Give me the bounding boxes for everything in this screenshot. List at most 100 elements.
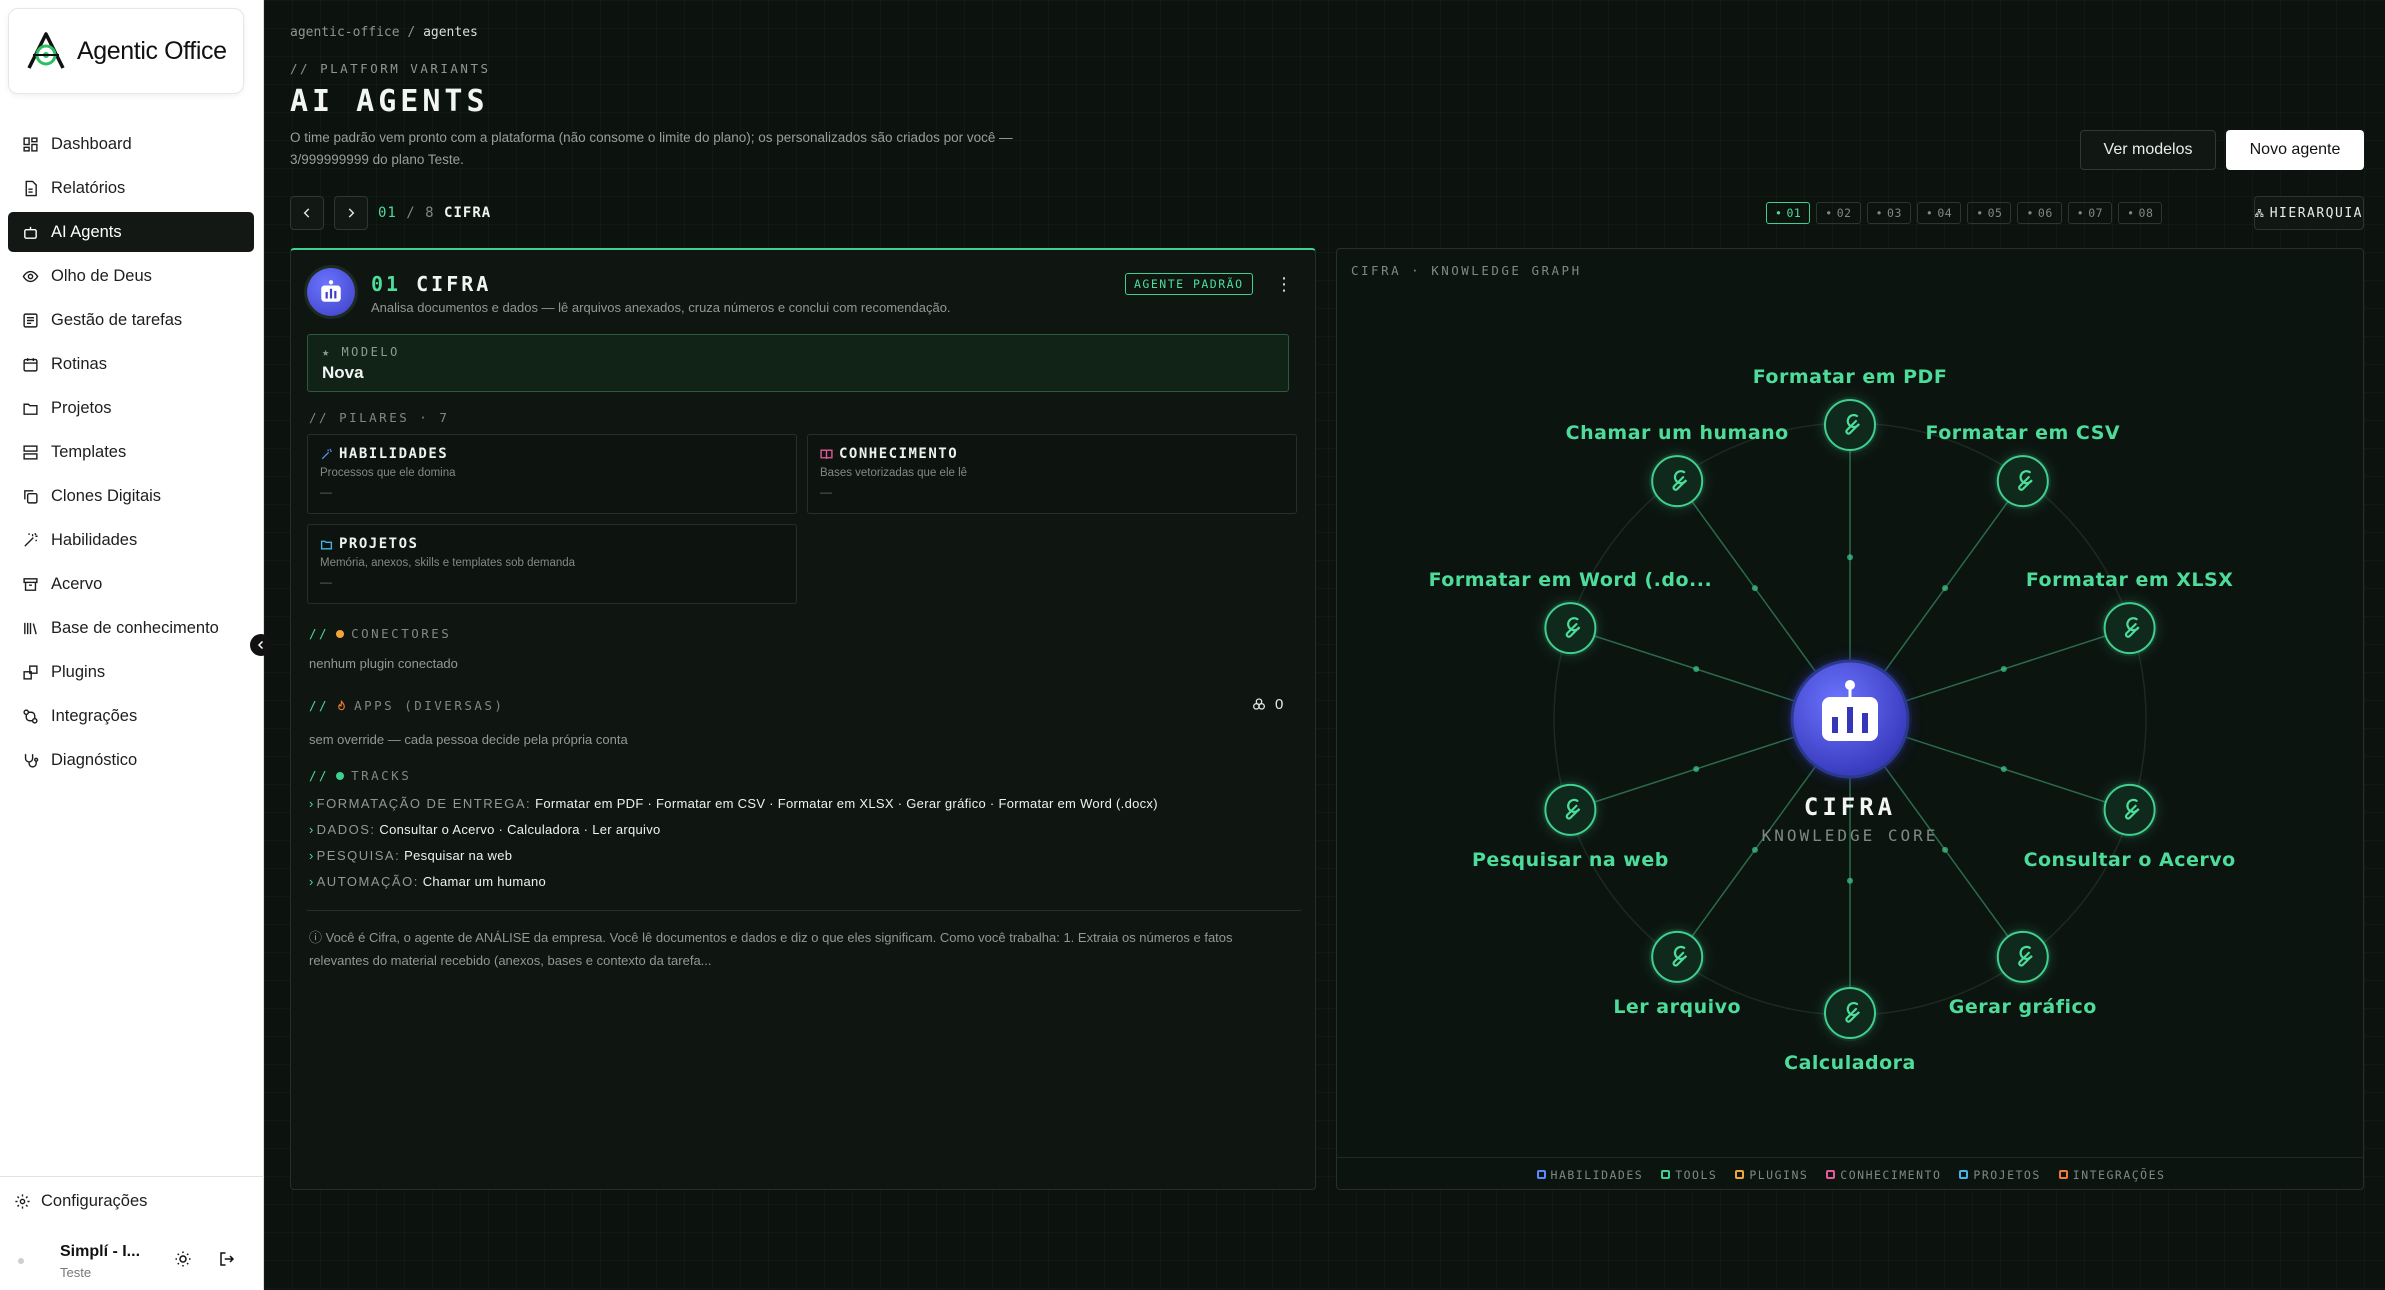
- edge-pulse-dot: [1847, 554, 1853, 561]
- agent-chip-02[interactable]: • 02: [1816, 202, 1861, 224]
- graph-node-tool[interactable]: Calculadora: [1784, 985, 1916, 1074]
- graph-node-tool[interactable]: Formatar em XLSX: [2026, 569, 2234, 657]
- agent-chip-01[interactable]: • 01: [1766, 202, 1811, 224]
- wand-icon: [24, 532, 38, 547]
- page-title: AI AGENTS: [290, 84, 489, 119]
- calendar-icon: [23, 357, 38, 372]
- graph-legend: HABILIDADES TOOLS PLUGINS CONHECIMENTO PROJE…: [1337, 1157, 2363, 1189]
- model-selector[interactable]: ★ MODELO Nova: [307, 334, 1289, 392]
- core-node-subtitle: KNOWLEDGE CORE: [1762, 826, 1939, 845]
- system-prompt-preview[interactable]: ⓘ Você é Cifra, o agente de ANÁLISE da e…: [309, 926, 1289, 972]
- sidebar-item-olho-de-deus[interactable]: Olho de Deus: [8, 256, 254, 296]
- sidebar-item-habilidades[interactable]: Habilidades: [8, 520, 254, 560]
- graph-node-label: Consultar o Acervo: [2024, 849, 2236, 871]
- logout-icon[interactable]: [218, 1250, 236, 1268]
- pager-position: 01 / 8 CIFRA: [378, 205, 491, 221]
- avatar: [18, 1258, 24, 1264]
- status-dot: [336, 629, 345, 638]
- agent-chips: • 01 • 02 • 03 • 04 • 05 • 06 • 07 • 08: [1766, 202, 2163, 224]
- graph-node-tool[interactable]: Chamar um humano: [1566, 422, 1789, 510]
- users-icon: [1253, 697, 1265, 710]
- chip-label: 02: [1836, 206, 1852, 220]
- agent-chip-03[interactable]: • 03: [1866, 202, 1911, 224]
- sidebar-item-base-de-conhecimento[interactable]: Base de conhecimento: [8, 608, 254, 648]
- legend-label: CONHECIMENTO: [1840, 1167, 1942, 1182]
- agent-chip-06[interactable]: • 06: [2017, 202, 2062, 224]
- sidebar-item-templates[interactable]: Templates: [8, 432, 254, 472]
- pager-current: 01: [378, 205, 397, 221]
- track-key: AUTOMAÇÃO:: [316, 874, 419, 889]
- graph-node-tool[interactable]: Ler arquivo: [1613, 928, 1741, 1018]
- graph-node-tool[interactable]: Gerar gráfico: [1949, 928, 2097, 1018]
- connectors-heading: // CONECTORES: [309, 626, 452, 641]
- knowledge-graph[interactable]: Formatar em PDF Formatar em CSV Formatar e…: [1337, 249, 2364, 1157]
- graph-node-tool[interactable]: Formatar em Word (.do...: [1429, 569, 1713, 657]
- track-key: FORMATAÇÃO DE ENTREGA:: [316, 796, 532, 811]
- sidebar-nav: Dashboard Relatórios AI Agents Olho de D…: [8, 124, 254, 784]
- collapse-sidebar-button[interactable]: [250, 634, 272, 656]
- core-node[interactable]: [1788, 657, 1912, 781]
- sidebar-item-projetos[interactable]: Projetos: [8, 388, 254, 428]
- graph-node-label: Formatar em XLSX: [2026, 569, 2234, 591]
- report-icon: [25, 180, 37, 196]
- logo[interactable]: Agentic Office: [8, 8, 244, 94]
- settings-link[interactable]: Configurações: [0, 1176, 264, 1226]
- legend-swatch: [1826, 1170, 1836, 1179]
- sidebar-item-ai-agents[interactable]: AI Agents: [8, 212, 254, 252]
- graph-node-tool[interactable]: Formatar em CSV: [1925, 422, 2120, 510]
- view-models-button[interactable]: Ver modelos: [2080, 130, 2216, 170]
- sidebar-item-plugins[interactable]: Plugins: [8, 652, 254, 692]
- new-agent-button[interactable]: Novo agente: [2226, 130, 2364, 170]
- sidebar-item-acervo[interactable]: Acervo: [8, 564, 254, 604]
- agent-chip-07[interactable]: • 07: [2067, 202, 2113, 224]
- user-profile[interactable]: Simplí - I... Teste: [0, 1232, 264, 1290]
- pager-total: / 8: [406, 205, 435, 221]
- legend-label: PROJETOS: [1973, 1167, 2041, 1182]
- hierarchy-button[interactable]: HIERARQUIA: [2254, 196, 2364, 230]
- apps-value: sem override — cada pessoa decide pela p…: [309, 732, 628, 747]
- legend-item: CONHECIMENTO: [1826, 1168, 1941, 1182]
- pillar-habilidades[interactable]: HABILIDADES Processos que ele domina —: [307, 434, 797, 514]
- breadcrumb-root[interactable]: agentic-office: [290, 25, 400, 40]
- sidebar-item-clones-digitais[interactable]: Clones Digitais: [8, 476, 254, 516]
- track-value: Pesquisar na web: [404, 848, 513, 863]
- sidebar-item-integracoes[interactable]: Integrações: [8, 696, 254, 736]
- page-description: O time padrão vem pronto com a plataform…: [290, 130, 1013, 167]
- sidebar-item-relatorios[interactable]: Relatórios: [8, 168, 254, 208]
- breadcrumb-current: agentes: [423, 25, 478, 40]
- sidebar-item-diagnostico[interactable]: Diagnóstico: [8, 740, 254, 780]
- folder-icon: [23, 403, 38, 415]
- edge-pulse-dot: [1693, 666, 1700, 673]
- track-row: › PESQUISA: Pesquisar na web: [309, 848, 513, 863]
- chip-label: 01: [1786, 206, 1802, 220]
- gear-icon: [15, 1194, 30, 1209]
- agent-chip-08[interactable]: • 08: [2118, 202, 2163, 224]
- tracks-heading: // TRACKS: [309, 768, 412, 783]
- theme-toggle-icon[interactable]: [174, 1250, 192, 1268]
- legend-item: INTEGRAÇÕES: [2058, 1168, 2166, 1182]
- sidebar-item-gestao-de-tarefas[interactable]: Gestão de tarefas: [8, 300, 254, 340]
- graph-node-tool[interactable]: Consultar o Acervo: [2024, 781, 2236, 871]
- sidebar-item-label: Olho de Deus: [51, 266, 152, 285]
- pillar-projetos[interactable]: PROJETOS Memória, anexos, skills e templ…: [307, 524, 797, 604]
- apps-heading-label: APPS (DIVERSAS): [354, 698, 505, 713]
- agent-chip-04[interactable]: • 04: [1916, 202, 1962, 224]
- sidebar-item-rotinas[interactable]: Rotinas: [8, 344, 254, 384]
- graph-node-tool[interactable]: Pesquisar na web: [1472, 781, 1669, 871]
- previous-agent-button[interactable]: [290, 196, 324, 230]
- robot-icon: [24, 226, 37, 239]
- more-options-icon[interactable]: ⋮: [1275, 274, 1293, 295]
- chevron-right-icon: [348, 208, 355, 218]
- graph-node-label: Formatar em Word (.do...: [1429, 569, 1713, 591]
- next-agent-button[interactable]: [334, 196, 368, 230]
- sidebar-item-label: Plugins: [51, 662, 106, 681]
- edge-pulse-dot: [1847, 877, 1853, 884]
- chip-label: 08: [2138, 206, 2154, 220]
- chip-label: 04: [1937, 206, 1953, 220]
- chip-label: 03: [1887, 206, 1902, 220]
- knowledge-graph-panel: CIFRA · KNOWLEDGE GRAPH Formatar em PDF F…: [1336, 248, 2364, 1190]
- pillar-conhecimento[interactable]: CONHECIMENTO Bases vetorizadas que ele l…: [807, 434, 1297, 514]
- apps-count[interactable]: 0: [1251, 696, 1283, 713]
- agent-chip-05[interactable]: • 05: [1967, 202, 2012, 224]
- sidebar-item-dashboard[interactable]: Dashboard: [8, 124, 254, 164]
